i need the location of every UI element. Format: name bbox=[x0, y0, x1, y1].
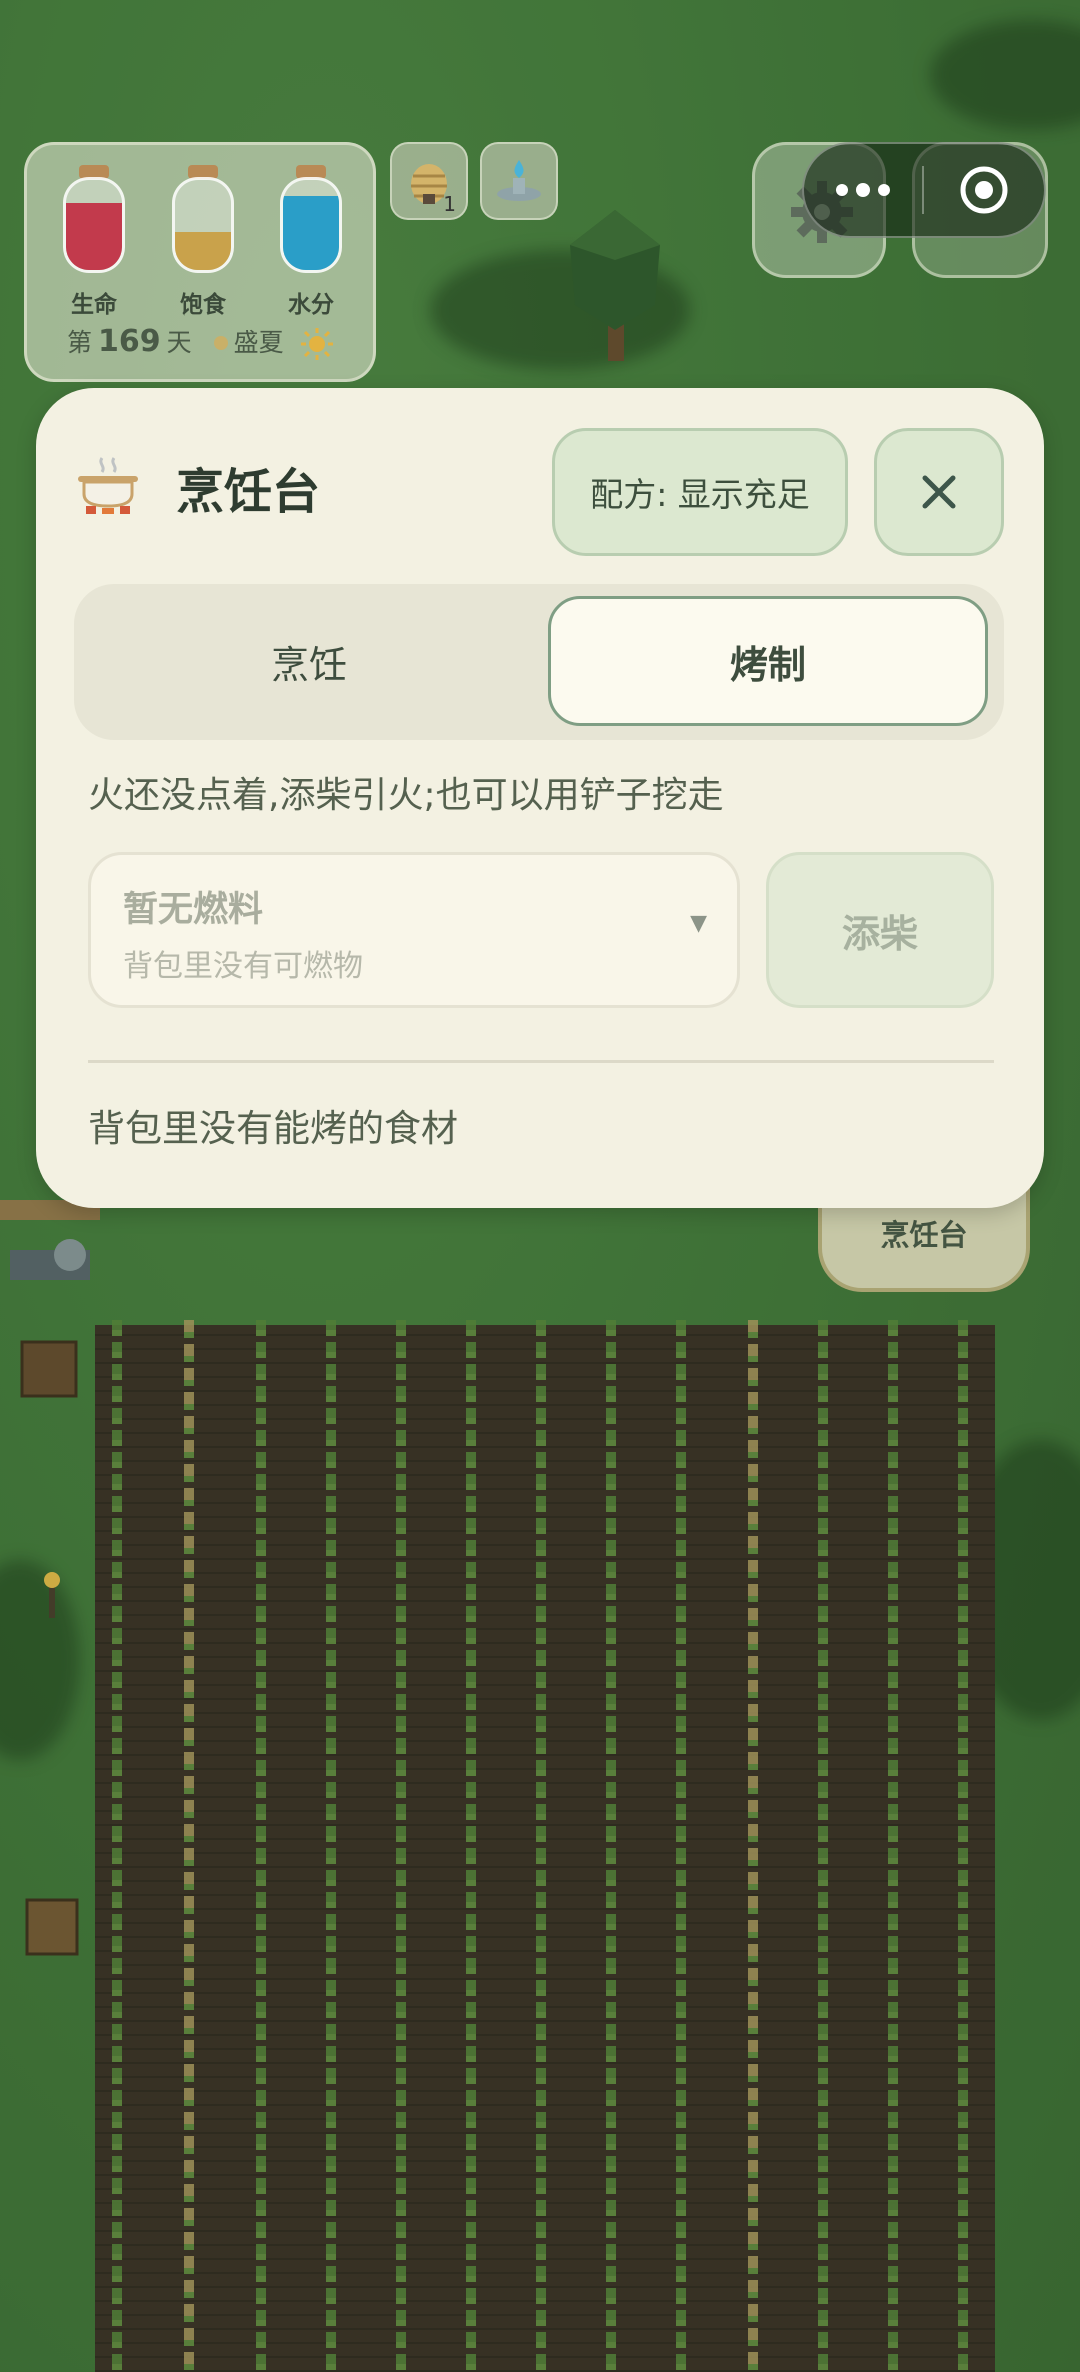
status-hud: 生命 饱食 水分 第 169 天 盛夏 bbox=[24, 142, 376, 382]
day-counter: 第 169 天 盛夏 bbox=[67, 323, 334, 361]
chevron-down-icon: ▼ bbox=[690, 911, 707, 936]
fuel-selected: 暂无燃料 bbox=[123, 890, 264, 930]
health-label: 生命 bbox=[71, 292, 117, 318]
beehive-count: 1 bbox=[443, 192, 456, 216]
empty-ingredients-message: 背包里没有能烤的食材 bbox=[88, 1107, 458, 1150]
water-fountain-icon bbox=[497, 160, 541, 201]
more-dots-icon bbox=[836, 183, 890, 197]
day-number: 169 bbox=[98, 324, 161, 359]
close-button[interactable] bbox=[874, 428, 1004, 556]
close-miniprogram-button[interactable] bbox=[924, 144, 1044, 236]
panel-title: 烹饪台 bbox=[176, 464, 321, 520]
water-jar bbox=[278, 165, 344, 273]
day-prefix: 第 bbox=[67, 328, 93, 357]
sun-icon bbox=[300, 328, 333, 360]
cooking-pot-icon bbox=[78, 457, 138, 514]
fire-hint: 火还没点着,添柴引火;也可以用铲子挖走 bbox=[88, 775, 724, 816]
add-fuel-button[interactable]: 添柴 bbox=[766, 852, 994, 1008]
water-label: 水分 bbox=[288, 292, 334, 318]
tab-cook[interactable]: 烹饪 bbox=[84, 596, 534, 726]
hunger-jar bbox=[170, 165, 236, 273]
season-dot-icon bbox=[213, 336, 228, 350]
recipe-filter-button[interactable]: 配方: 显示充足 bbox=[552, 428, 848, 556]
mini-program-capsule bbox=[802, 142, 1046, 238]
fuel-dropdown[interactable]: 暂无燃料 背包里没有可燃物 ▼ bbox=[88, 852, 740, 1008]
day-suffix: 天 bbox=[166, 328, 192, 357]
water-fountain-button[interactable] bbox=[480, 142, 558, 220]
fuel-subtitle: 背包里没有可燃物 bbox=[123, 949, 363, 984]
health-jar bbox=[61, 165, 127, 273]
beehive-button[interactable]: 1 bbox=[390, 142, 468, 220]
season-label: 盛夏 bbox=[233, 328, 284, 357]
tab-roast[interactable]: 烤制 bbox=[548, 596, 988, 726]
hunger-label: 饱食 bbox=[180, 292, 226, 318]
record-circle-icon bbox=[960, 166, 1008, 214]
close-icon bbox=[922, 475, 956, 509]
cooking-station-panel: 烹饪台 配方: 显示充足 烹饪 烤制 火还没点着,添柴引火;也可以用铲子挖走 暂… bbox=[36, 388, 1044, 1208]
mode-tabs: 烹饪 烤制 bbox=[74, 584, 1004, 740]
divider bbox=[88, 1060, 994, 1063]
more-menu-button[interactable] bbox=[804, 144, 922, 236]
